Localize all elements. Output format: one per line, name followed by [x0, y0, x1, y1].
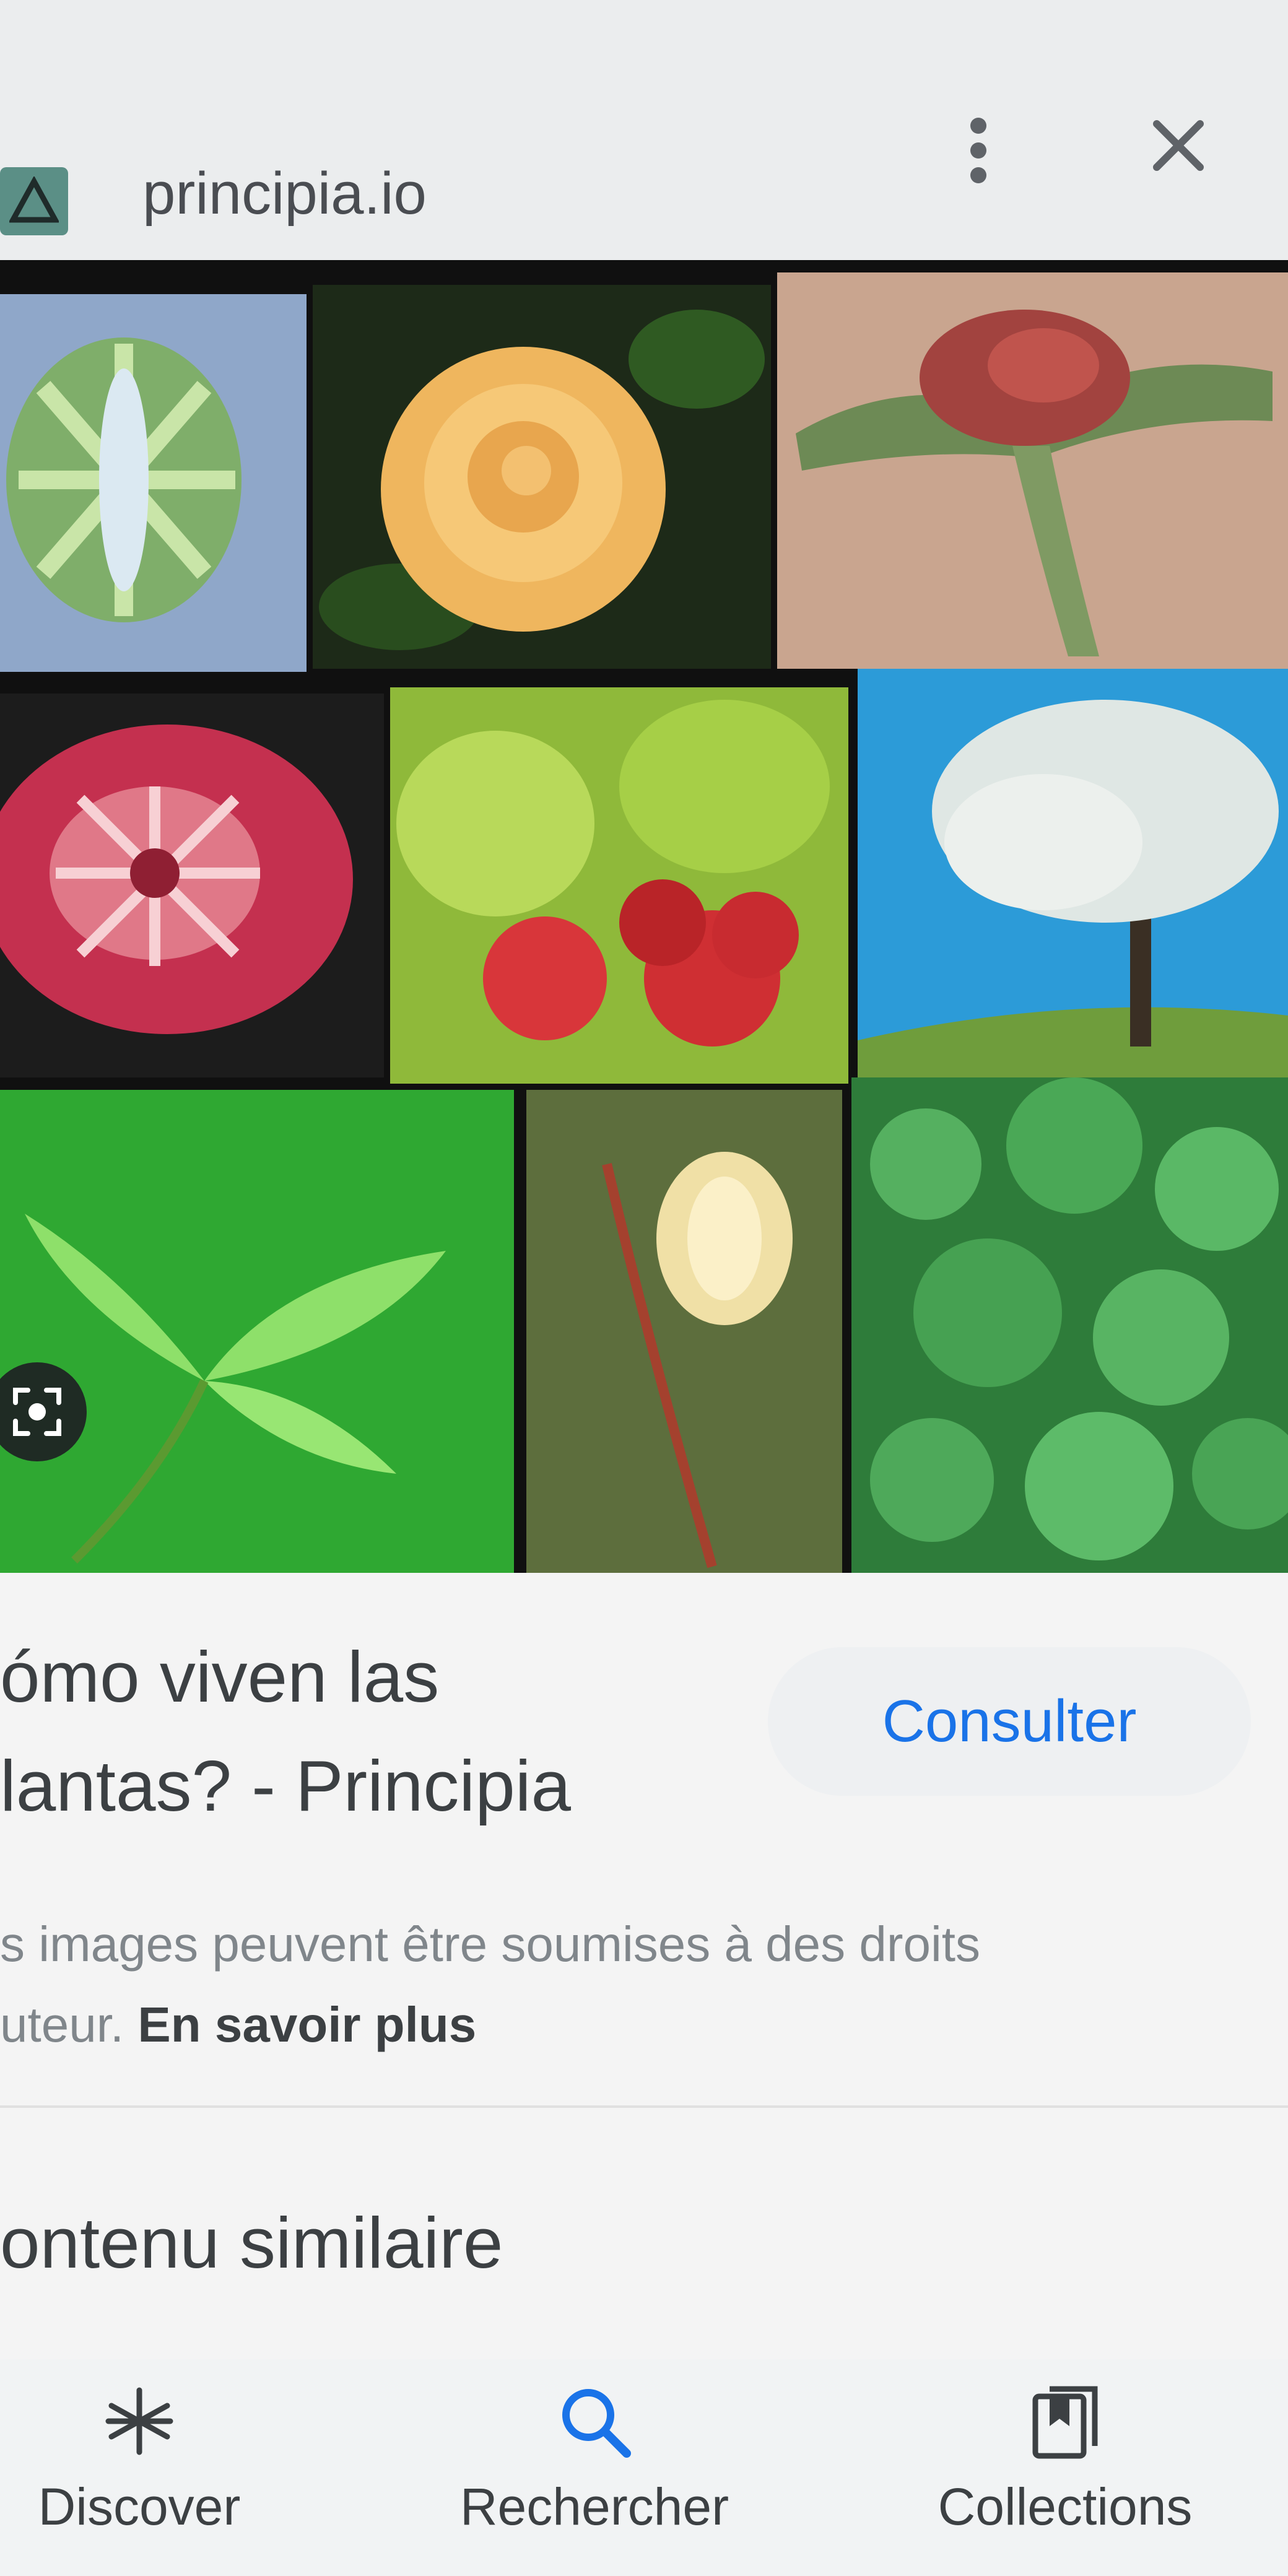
image-collage [0, 260, 1288, 1573]
welwitschia-plant-image[interactable] [777, 272, 1288, 669]
willow-catkin-image[interactable] [526, 1090, 842, 1573]
close-icon[interactable] [1144, 111, 1212, 180]
divider [0, 2105, 1288, 2108]
nav-discover-label: Discover [38, 2478, 241, 2536]
sundew-plant-image[interactable] [0, 694, 384, 1077]
search-icon [562, 2389, 631, 2458]
more-vert-icon[interactable] [966, 118, 991, 186]
liverwort-moss-image[interactable] [851, 1077, 1288, 1573]
nav-discover[interactable]: Discover [0, 2359, 279, 2576]
nav-search-label: Rechercher [459, 2478, 729, 2536]
asterisk-icon [105, 2387, 173, 2455]
lens-icon [13, 1388, 61, 1436]
result-title[interactable]: ómo viven las lantas? - Principia [0, 1622, 743, 1840]
nav-collections[interactable]: Collections [892, 2359, 1238, 2576]
site-favicon [0, 167, 68, 235]
collections-icon [1032, 2386, 1098, 2459]
top-bar [0, 0, 1288, 272]
similar-content-heading: ontenu similaire [0, 2203, 503, 2283]
flowering-tree-image[interactable] [858, 669, 1288, 1077]
nav-collections-label: Collections [938, 2478, 1193, 2536]
ginkgo-leaves-image[interactable] [0, 1090, 514, 1573]
raspberries-image[interactable] [390, 687, 848, 1084]
desmid-alga-image[interactable] [0, 294, 307, 672]
site-url[interactable]: principia.io [142, 160, 427, 228]
yellow-rose-image[interactable] [313, 285, 771, 669]
nav-search[interactable]: Rechercher [409, 2359, 780, 2576]
consult-button[interactable]: Consulter [768, 1647, 1251, 1796]
bottom-nav: Discover Rechercher Collections [0, 2359, 1288, 2576]
learn-more-link[interactable]: En savoir plus [137, 1997, 476, 2052]
copyright-notice: s images peuvent être soumises à des dro… [0, 1917, 981, 2052]
triangle-logo-icon [9, 176, 59, 223]
